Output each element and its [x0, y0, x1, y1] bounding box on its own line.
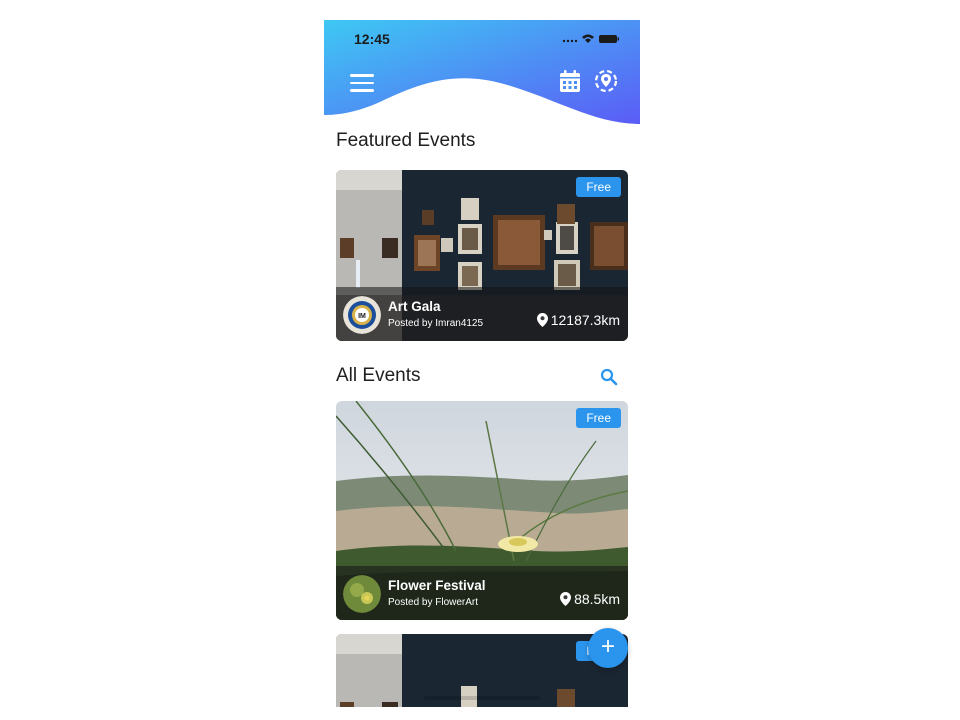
distance-value: 12187.3km — [550, 312, 620, 328]
header: 12:45 — [324, 20, 640, 124]
calendar-icon[interactable] — [559, 69, 581, 93]
status-icons — [562, 34, 619, 43]
all-events-title: All Events — [336, 365, 421, 386]
location-marker-icon — [560, 592, 572, 606]
event-posted-by: Posted by Imran4125 — [388, 318, 484, 329]
event-distance: 88.5km — [560, 591, 620, 607]
flower-avatar — [343, 575, 381, 613]
event-posted-by: Posted by FlowerArt — [388, 597, 479, 608]
event-distance: 12187.3km — [536, 312, 620, 328]
event-name: Flower Festival — [388, 578, 486, 593]
location-marker-icon — [536, 313, 548, 327]
status-time: 12:45 — [354, 31, 390, 47]
location-pin-icon[interactable] — [594, 68, 618, 94]
price-badge: Free — [576, 177, 621, 197]
price-badge: Free — [576, 408, 621, 428]
event-name: Art Gala — [388, 299, 441, 314]
home-indicator — [424, 696, 540, 700]
club-logo-avatar: IM — [343, 296, 381, 334]
hamburger-menu-icon[interactable] — [350, 74, 374, 92]
app-screen: 12:45 Featured Events Free IM Art Gala P… — [324, 20, 640, 707]
featured-event-card[interactable]: Free IM Art Gala Posted by Imran4125 121… — [336, 170, 628, 341]
svg-text:IM: IM — [358, 313, 366, 320]
featured-events-title: Featured Events — [336, 130, 476, 151]
search-icon[interactable] — [600, 368, 618, 386]
distance-value: 88.5km — [574, 591, 620, 607]
event-card-flower-festival[interactable]: Free Flower Festival Posted by FlowerArt… — [336, 401, 628, 620]
add-event-button[interactable]: + — [588, 628, 628, 668]
